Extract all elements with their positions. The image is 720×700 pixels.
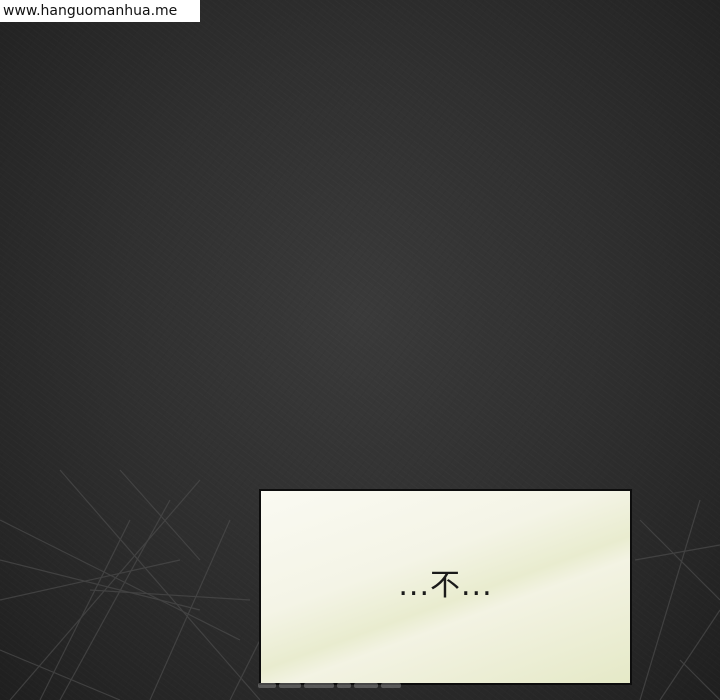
faded-credit-strip bbox=[258, 683, 418, 691]
watermark-url: www.hanguomanhua.me bbox=[0, 0, 200, 22]
caption-text: ...不... bbox=[398, 568, 493, 603]
caption-box: ...不... bbox=[259, 489, 632, 685]
comic-panel: www.hanguomanhua.me ...不... bbox=[0, 0, 720, 700]
